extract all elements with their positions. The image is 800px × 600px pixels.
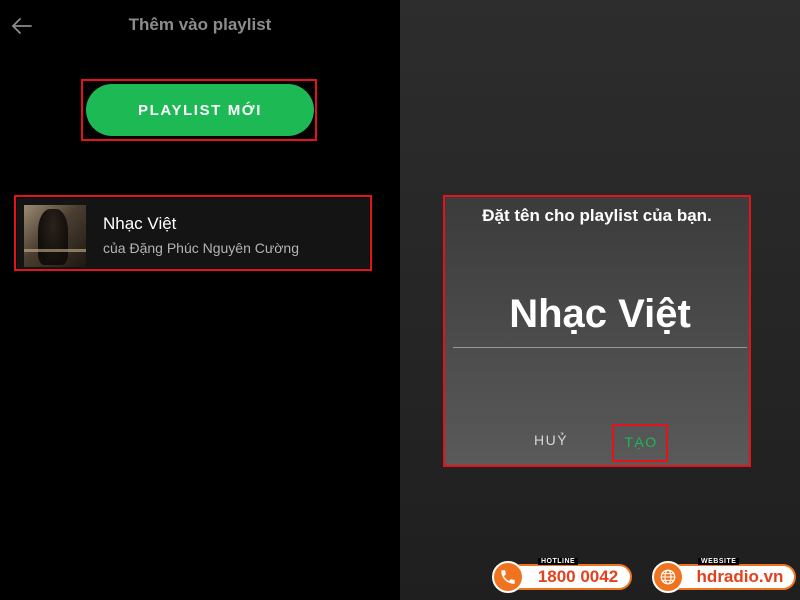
cancel-button[interactable]: HUỶ <box>534 432 568 448</box>
hotline-badge[interactable]: 1800 0042 HOTLINE <box>492 558 632 593</box>
playlist-owner: của Đặng Phúc Nguyên Cường <box>103 240 299 256</box>
new-playlist-button[interactable]: PLAYLIST MỚI <box>86 84 314 136</box>
playlist-name-input[interactable] <box>453 282 747 348</box>
add-to-playlist-screen: Thêm vào playlist PLAYLIST MỚI Nhạc Việt… <box>0 0 400 600</box>
hotline-number: 1800 0042 <box>508 564 632 590</box>
globe-icon <box>652 561 684 593</box>
create-button[interactable]: TẠO <box>614 426 668 458</box>
playlist-item[interactable]: Nhạc Việt của Đặng Phúc Nguyên Cường <box>17 198 369 268</box>
website-caption: WEBSITE <box>698 558 740 565</box>
website-url: hdradio.vn <box>668 564 796 590</box>
playlist-title: Nhạc Việt <box>103 214 177 233</box>
phone-icon <box>492 561 524 593</box>
hotline-caption: HOTLINE <box>538 558 579 565</box>
name-playlist-dialog: Đặt tên cho playlist của bạn. HUỶ TẠO <box>444 196 750 466</box>
website-badge[interactable]: hdradio.vn WEBSITE <box>652 558 796 593</box>
page-title: Thêm vào playlist <box>128 15 272 34</box>
dialog-title: Đặt tên cho playlist của bạn. <box>482 206 712 225</box>
album-cover-image <box>24 205 86 267</box>
